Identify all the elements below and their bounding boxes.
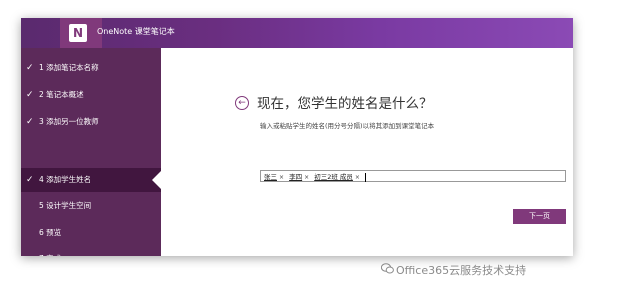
checkmark-icon: ✓ <box>26 63 34 73</box>
checkmark-icon: ✓ <box>26 90 34 100</box>
instruction-text: 输入或粘贴学生的姓名(用分号分隔)以将其添加到课堂笔记本 <box>260 122 435 130</box>
name-tag[interactable]: 张三 × <box>264 171 284 184</box>
checkmark-icon: ✓ <box>26 175 34 185</box>
onenote-logo: N <box>60 18 102 48</box>
app-title: OneNote 课堂笔记本 <box>97 27 175 36</box>
step-3[interactable]: ✓ 3 添加另一位教师 <box>21 110 161 134</box>
step-4-active[interactable]: ✓ 4 添加学生姓名 <box>21 168 162 192</box>
remove-icon[interactable]: × <box>304 174 309 181</box>
name-tag[interactable]: 初三2班 成员 × <box>314 171 360 184</box>
name-tag[interactable]: 李四 × <box>289 171 309 184</box>
remove-icon[interactable]: × <box>279 174 284 181</box>
wechat-icon <box>381 263 394 274</box>
text-caret <box>365 172 367 182</box>
watermark-text: Office365云服务技术支持 <box>396 264 527 277</box>
checkmark-icon: ✓ <box>26 117 34 127</box>
next-button[interactable]: 下一页 <box>513 209 566 224</box>
steps-sidebar: ✓ 1 添加笔记本名称 ✓ 2 笔记本概述 ✓ 3 添加另一位教师 ✓ 4 添加… <box>21 48 162 256</box>
step-2[interactable]: ✓ 2 笔记本概述 <box>21 83 161 107</box>
top-bar: N OneNote 课堂笔记本 <box>21 18 573 48</box>
step-6[interactable]: 6 预览 <box>21 221 161 245</box>
page-title: 现在，您学生的姓名是什么？ <box>257 96 433 112</box>
app-window: N OneNote 课堂笔记本 ✓ 1 添加笔记本名称 ✓ 2 笔记本概述 ✓ … <box>21 18 573 256</box>
remove-icon[interactable]: × <box>355 174 360 181</box>
step-1[interactable]: ✓ 1 添加笔记本名称 <box>21 56 161 80</box>
step-5[interactable]: 5 设计学生空间 <box>21 194 161 218</box>
onenote-icon: N <box>69 24 87 42</box>
back-arrow-icon[interactable]: ← <box>235 96 249 110</box>
main-panel: ← 现在，您学生的姓名是什么？ 输入或粘贴学生的姓名(用分号分隔)以将其添加到课… <box>161 48 573 256</box>
step-7[interactable]: 7 完成 <box>21 247 161 256</box>
student-names-input[interactable]: 张三 × 李四 × 初三2班 成员 × <box>260 170 566 182</box>
